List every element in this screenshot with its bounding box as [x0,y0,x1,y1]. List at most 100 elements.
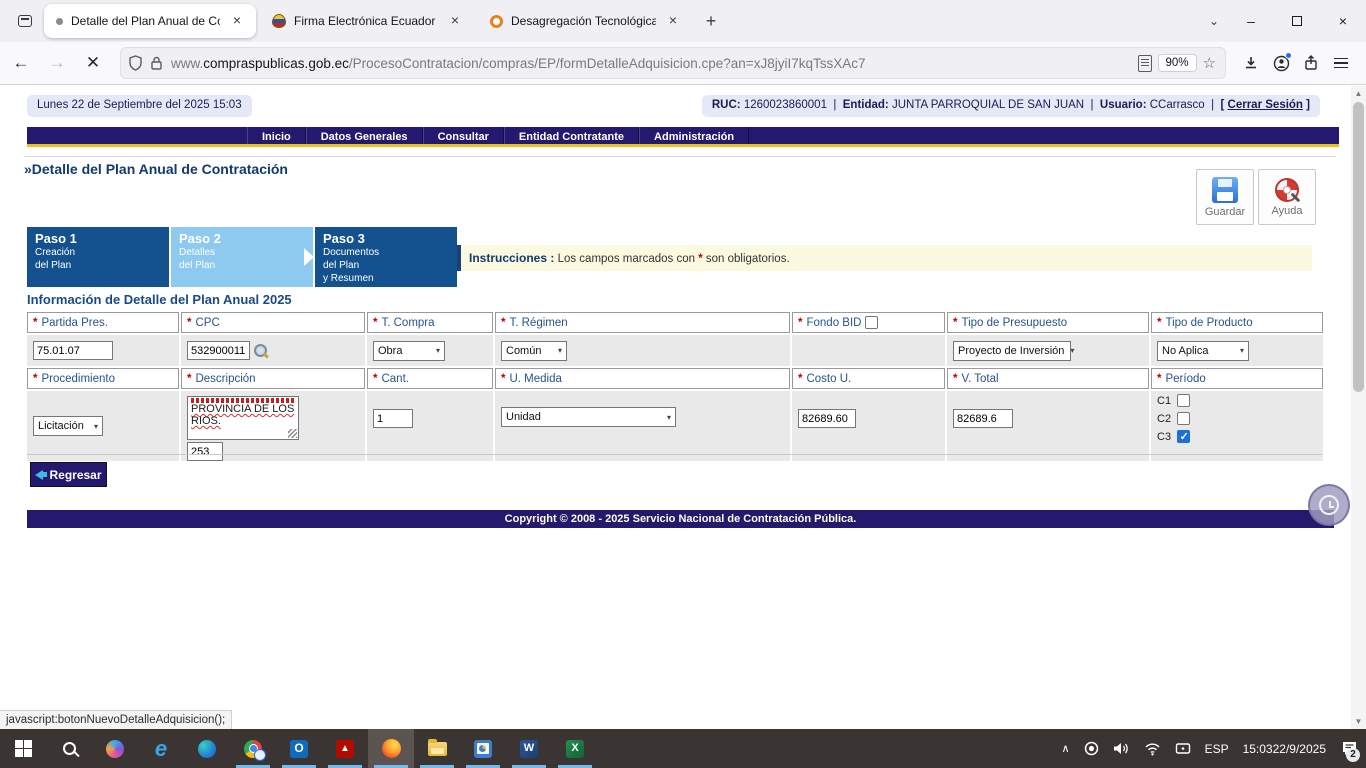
cant-input[interactable] [373,409,413,428]
acrobat-icon: ▲ [336,740,354,758]
back-icon[interactable]: ← [6,48,36,78]
vertical-scrollbar[interactable]: ▲ ▼ [1351,86,1366,729]
url-bar[interactable]: www.compraspublicas.gob.ec/ProcesoContra… [120,47,1226,79]
usuario-label: Usuario: [1100,99,1147,111]
logout-link[interactable]: [ Cerrar Sesión ] [1221,99,1311,111]
downloads-icon[interactable] [1236,48,1266,78]
tab-close-icon[interactable]: × [228,12,246,30]
tab-list-chevron-icon[interactable]: ⌄ [1200,14,1228,28]
taskbar-chrome-button[interactable] [230,729,276,768]
descripcion-code-input[interactable] [187,442,223,461]
taskbar-outlook-button[interactable]: O [276,729,322,768]
browser-toolbar: ← → ✕ www.compraspublicas.gob.ec/Proceso… [0,42,1366,85]
nav-entidad-contratante[interactable]: Entidad Contratante [504,127,639,144]
cell-v-total [947,391,1149,461]
scrollbar-thumb[interactable] [1353,102,1364,392]
word-icon: W [520,740,538,758]
tray-display-icon[interactable] [1168,729,1198,768]
tab-firma-electronica[interactable]: Firma Electrónica Ecuador - Firm × [262,4,474,38]
v-total-input[interactable] [953,409,1013,428]
url-text: www.compraspublicas.gob.ec/ProcesoContra… [171,56,1132,71]
header-tipo-presupuesto: *Tipo de Presupuesto [947,312,1149,333]
taskbar-firefox-button[interactable] [368,729,414,768]
zoom-level-indicator[interactable]: 90% [1158,54,1197,72]
tray-clock[interactable]: 15:03 22/9/2025 [1236,729,1333,768]
page-content: Lunes 22 de Septiembre del 2025 15:03 RU… [0,86,1366,729]
menu-hamburger-icon[interactable] [1326,48,1356,78]
bookmark-star-icon[interactable]: ☆ [1203,54,1216,72]
tray-volume-icon[interactable] [1106,729,1137,768]
tab-favicon-ecuador-crest-icon [272,14,286,28]
procedimiento-select[interactable]: Licitación▾ [33,416,103,436]
taskbar-explorer-button[interactable] [414,729,460,768]
page-title: »Detalle del Plan Anual de Contratación [24,156,1336,177]
search-icon [63,742,76,755]
save-label: Guardar [1205,206,1245,218]
tipo-presupuesto-select[interactable]: Proyecto de Inversión▾ [953,341,1071,361]
required-asterisk: * [698,253,702,265]
t-compra-select[interactable]: Obra▾ [373,341,445,361]
taskbar-search-button[interactable] [46,729,92,768]
cpc-search-icon[interactable] [253,343,269,359]
tray-language-indicator[interactable]: ESP [1198,729,1236,768]
periodo-c2-checkbox[interactable] [1177,412,1190,425]
textarea-resize-grip[interactable] [288,429,297,438]
tipo-producto-select[interactable]: No Aplica▾ [1157,341,1249,361]
tab-close-icon[interactable]: × [446,12,464,30]
t-regimen-select[interactable]: Común▾ [501,341,567,361]
partida-input[interactable] [33,341,113,360]
taskbar-edge-button[interactable] [184,729,230,768]
header-cant: *Cant. [367,368,493,389]
help-lifebuoy-icon [1275,178,1299,202]
tray-expand-chevron-icon[interactable]: ∧ [1055,729,1077,768]
tracking-shield-icon[interactable] [128,55,143,71]
taskbar-ie-button[interactable]: e [138,729,184,768]
nav-consultar[interactable]: Consultar [423,127,504,144]
taskbar-stats-app-button[interactable] [460,729,506,768]
minimize-button[interactable]: – [1228,0,1274,42]
session-details: RUC: 1260023860001 | Entidad: JUNTA PARR… [702,95,1320,117]
start-button[interactable] [0,729,46,768]
cpc-input[interactable] [187,341,250,360]
reader-mode-icon[interactable] [1138,55,1152,72]
close-window-button[interactable]: × [1320,0,1366,42]
taskbar-excel-button[interactable]: X [552,729,598,768]
scroll-up-icon[interactable]: ▲ [1351,86,1366,101]
nav-datos-generales[interactable]: Datos Generales [306,127,423,144]
detail-form-table: *Partida Pres. *CPC *T. Compra *T. Régim… [27,312,1322,461]
share-icon[interactable] [1296,48,1326,78]
notification-center-button[interactable]: 2 [1333,729,1366,768]
floating-extension-widget[interactable] [1308,484,1350,526]
periodo-c3-checkbox[interactable] [1177,430,1190,443]
header-procedimiento: *Procedimiento [27,368,179,389]
tab-detalle-plan[interactable]: Detalle del Plan Anual de Contr × [44,4,256,38]
nav-administracion[interactable]: Administración [639,127,749,144]
taskbar-word-button[interactable]: W [506,729,552,768]
forward-icon[interactable]: → [42,48,72,78]
nav-inicio[interactable]: Inicio [247,127,306,144]
regresar-button[interactable]: Regresar [30,462,107,487]
tab-close-icon[interactable]: × [664,12,682,30]
save-button[interactable]: Guardar [1196,169,1254,225]
lock-icon[interactable] [150,56,163,71]
tab-desagregacion[interactable]: Desagregación Tecnológica: Cál × [480,4,692,38]
new-tab-button[interactable]: + [698,8,724,34]
account-icon[interactable] [1266,48,1296,78]
help-button[interactable]: Ayuda [1258,169,1316,225]
u-medida-select[interactable]: Unidad▾ [501,407,676,427]
fondo-bid-checkbox[interactable] [865,316,878,329]
scroll-down-icon[interactable]: ▼ [1351,714,1366,729]
maximize-button[interactable] [1274,0,1320,42]
tray-record-icon[interactable] [1077,729,1106,768]
periodo-c1-checkbox[interactable] [1177,394,1190,407]
costo-u-input[interactable] [798,409,856,428]
entidad-label: Entidad: [843,99,889,111]
tray-wifi-icon[interactable] [1137,729,1168,768]
taskbar-copilot-button[interactable] [92,729,138,768]
stop-loading-icon[interactable]: ✕ [78,48,108,78]
descripcion-textarea[interactable]: PROVINCIA DE LOS RIOS. [187,396,299,440]
current-datetime: Lunes 22 de Septiembre del 2025 15:03 [27,95,252,117]
firefox-view-icon[interactable] [12,8,38,34]
regresar-label: Regresar [49,468,101,482]
taskbar-acrobat-button[interactable]: ▲ [322,729,368,768]
